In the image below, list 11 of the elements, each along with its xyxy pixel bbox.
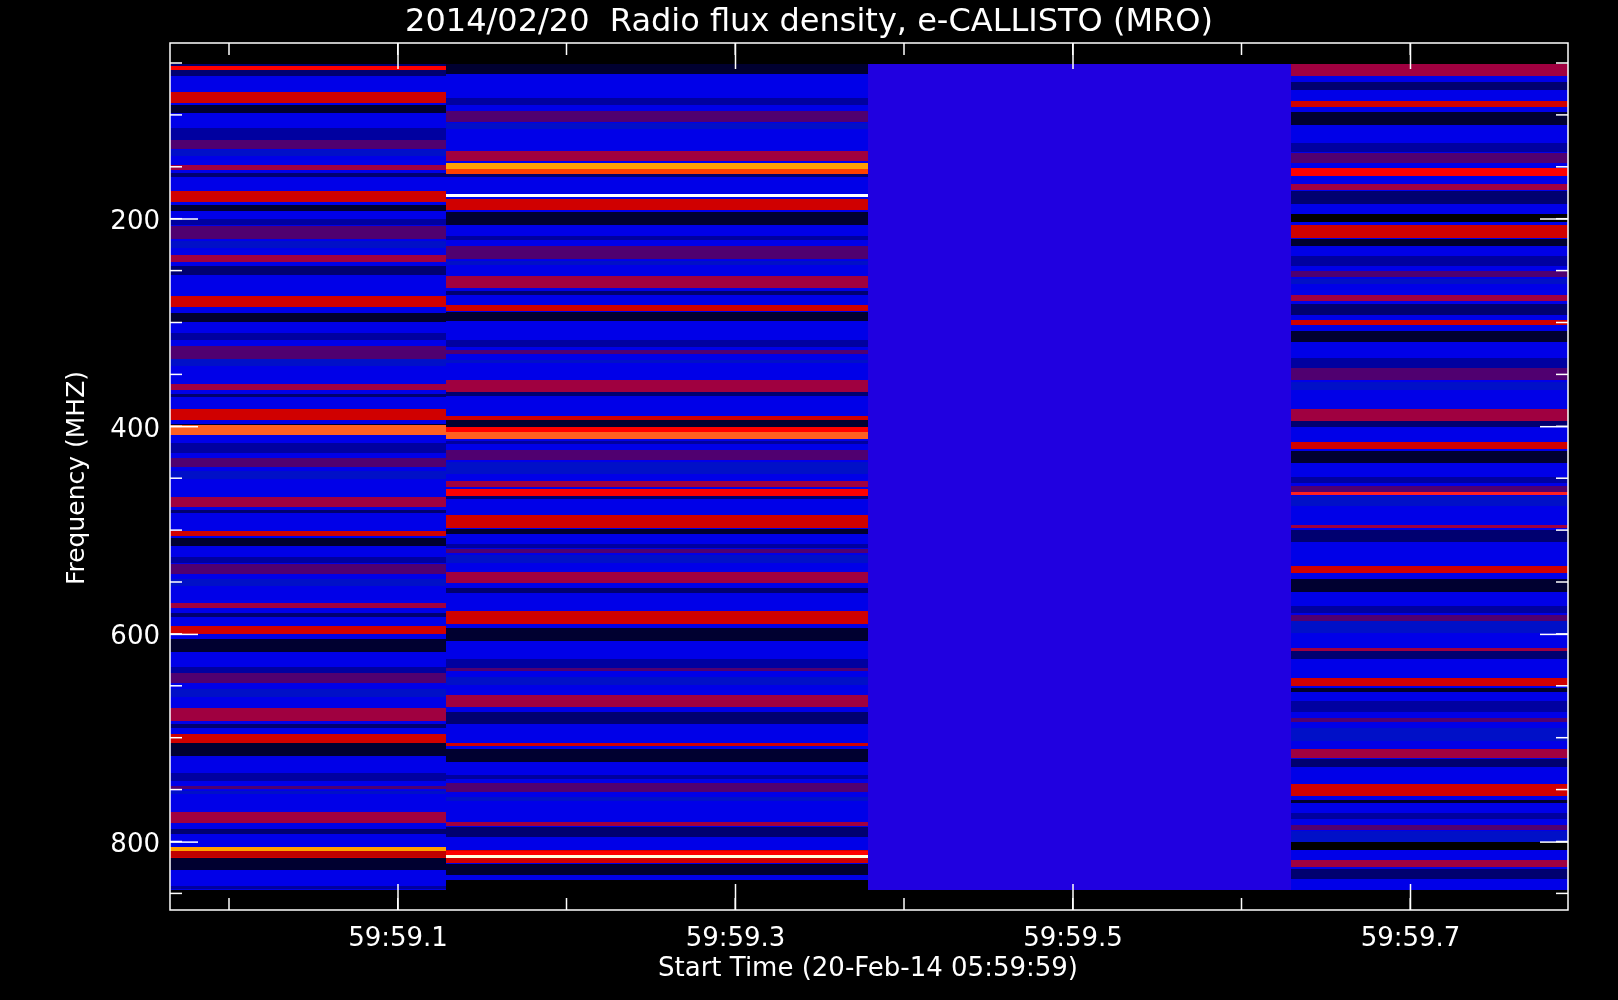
- x-tick-label: 59:59.3: [685, 922, 786, 952]
- chart-title: 2014/02/20 Radio flux density, e-CALLISTO (MRO): [405, 1, 1213, 39]
- y-tick-label: 600: [110, 620, 160, 651]
- y-axis-label: Frequency (MHZ): [61, 370, 90, 586]
- y-tick-label: 200: [110, 205, 160, 235]
- y-tick-label: 800: [110, 828, 160, 859]
- y-tick-label: 400: [110, 412, 160, 443]
- x-tick-label: 59:59.1: [348, 922, 448, 952]
- x-tick-label: 59:59.5: [1023, 922, 1123, 952]
- x-tick-label: 59:59.7: [1360, 922, 1461, 952]
- x-axis-label: Start Time (20-Feb-14 05:59:59): [658, 952, 1078, 982]
